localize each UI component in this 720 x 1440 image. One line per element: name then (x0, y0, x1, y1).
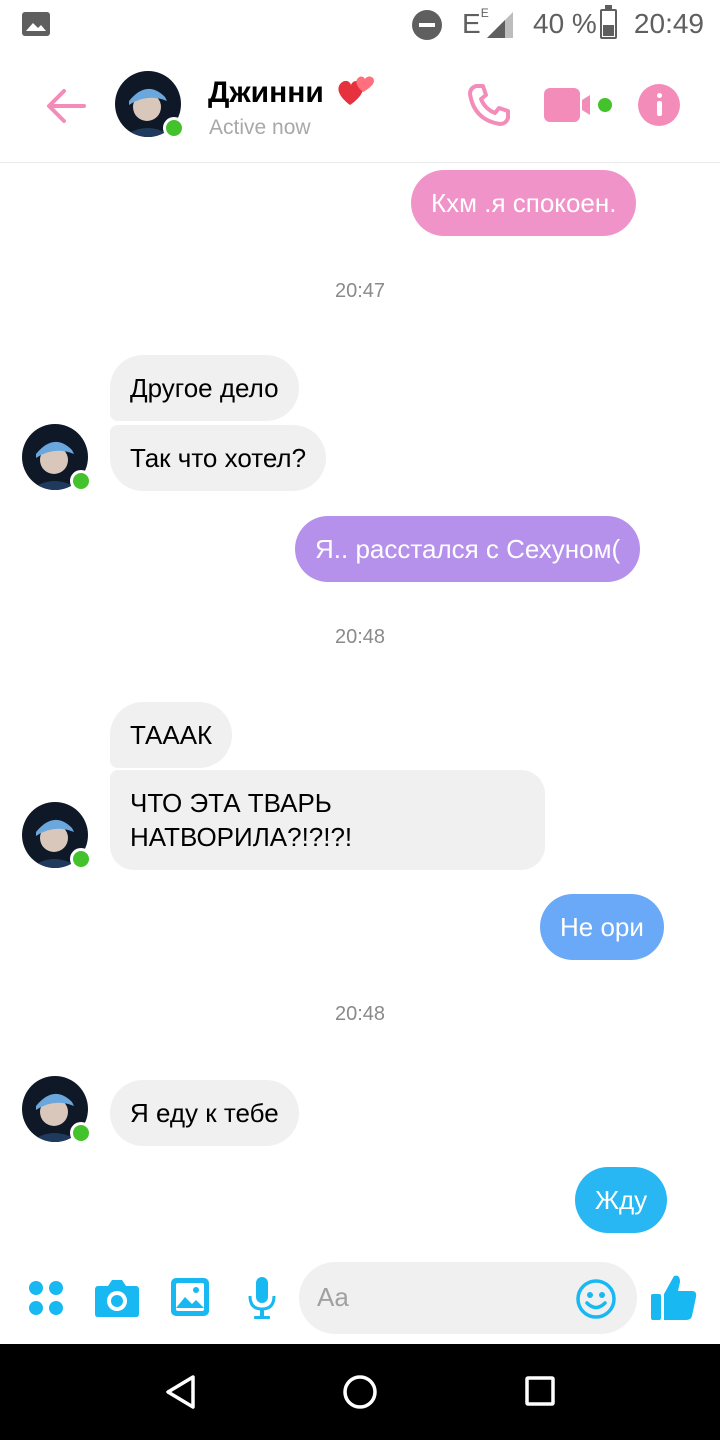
message-text: Жду (595, 1185, 648, 1215)
camera-icon[interactable] (94, 1276, 140, 1318)
online-indicator (70, 848, 92, 870)
recents-nav-icon[interactable] (524, 1375, 556, 1407)
two-hearts-icon (338, 76, 374, 105)
message-text: Не ори (560, 912, 644, 942)
phone-icon[interactable] (466, 82, 512, 128)
message-bubble-outgoing[interactable]: Жду (575, 1167, 668, 1233)
menu-dots-icon[interactable] (28, 1280, 64, 1316)
avatar[interactable] (115, 71, 185, 139)
message-input-field[interactable] (299, 1262, 637, 1334)
online-indicator (70, 470, 92, 492)
message-composer (0, 1258, 720, 1344)
message-text: ТАААК (130, 720, 213, 750)
image-icon[interactable] (170, 1277, 210, 1317)
message-bubble-incoming[interactable]: Так что хотел? (110, 425, 327, 491)
do-not-disturb-icon (412, 10, 442, 40)
online-indicator (70, 1122, 92, 1144)
message-bubble-outgoing[interactable]: Не ори (540, 894, 664, 960)
conversation-header: Джинни Active now (0, 50, 720, 163)
thumbs-up-icon[interactable] (650, 1272, 698, 1322)
message-text: ЧТО ЭТА ТВАРЬ НАТВОРИЛА?!?!?! (130, 788, 353, 852)
sender-avatar[interactable] (22, 802, 92, 870)
back-arrow-icon[interactable] (44, 84, 88, 128)
message-text: Другое дело (130, 373, 279, 403)
emoji-icon[interactable] (575, 1278, 617, 1320)
message-text: Я.. расстался с Сехуном( (315, 534, 621, 564)
message-bubble-incoming[interactable]: Другое дело (110, 355, 299, 421)
battery-percent: 40 % (533, 8, 597, 39)
signal-icon (487, 12, 513, 38)
back-nav-icon[interactable] (163, 1374, 197, 1410)
system-navigation-bar (0, 1344, 720, 1440)
sender-avatar[interactable] (22, 1076, 92, 1144)
message-bubble-outgoing[interactable]: Я.. расстался с Сехуном( (295, 516, 641, 582)
timestamp: 20:47 (334, 280, 386, 302)
info-icon[interactable] (638, 84, 680, 126)
status-bar: EE 40 % 20:49 (0, 0, 720, 50)
message-text: Кхм .я спокоен. (431, 188, 617, 218)
message-bubble-incoming[interactable]: ТАААК (110, 702, 233, 768)
message-bubble-outgoing[interactable]: Кхм .я спокоен. (411, 170, 637, 236)
contact-status: Active now (209, 116, 311, 139)
sender-avatar[interactable] (22, 424, 92, 492)
home-nav-icon[interactable] (342, 1374, 378, 1410)
message-text: Так что хотел? (130, 443, 307, 473)
message-input[interactable] (317, 1282, 567, 1313)
gallery-icon (22, 12, 50, 36)
contact-name[interactable]: Джинни (208, 76, 324, 110)
clock: 20:49 (633, 8, 704, 39)
microphone-icon[interactable] (246, 1276, 278, 1320)
message-bubble-incoming[interactable]: ЧТО ЭТА ТВАРЬ НАТВОРИЛА?!?!?! (110, 770, 545, 870)
message-bubble-incoming[interactable]: Я еду к тебе (110, 1080, 299, 1146)
timestamp: 20:48 (334, 626, 386, 648)
online-indicator (163, 117, 185, 139)
message-text: Я еду к тебе (130, 1098, 279, 1128)
video-camera-icon[interactable] (544, 86, 616, 126)
battery-icon (600, 5, 617, 39)
timestamp: 20:48 (334, 1003, 386, 1025)
